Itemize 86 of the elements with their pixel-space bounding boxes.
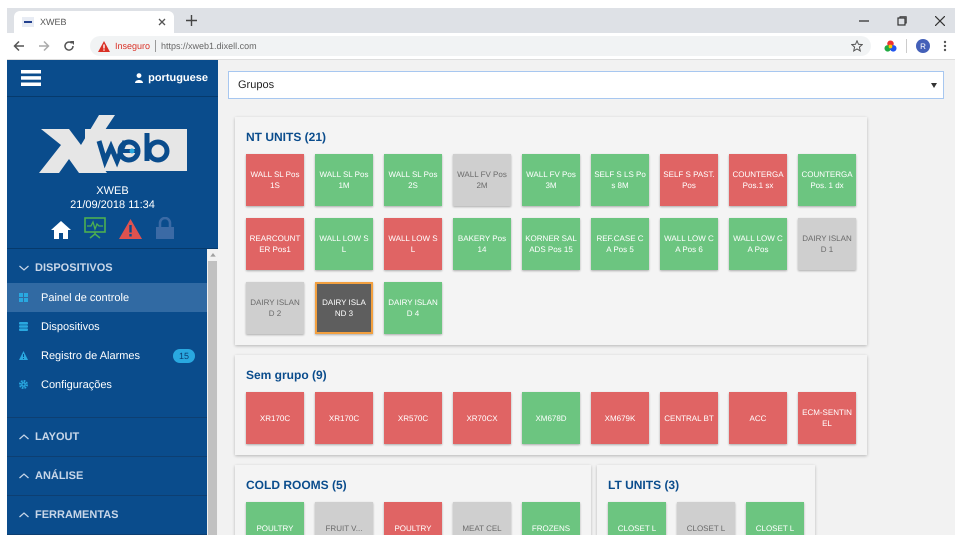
device-tile[interactable]: POULTRY [246,502,304,535]
device-tile[interactable]: CLOSET L [677,502,735,535]
device-tile[interactable]: DAIRY ISLAND 3 [315,282,373,334]
device-tile[interactable]: CLOSET L [746,502,804,535]
user-name[interactable]: portuguese [148,72,208,84]
menu-item[interactable]: Configurações [7,370,207,399]
more-icon[interactable] [943,40,947,52]
device-tile[interactable]: CENTRAL BT [660,392,718,444]
user-icon [135,73,144,83]
device-tile[interactable]: SELF S LS Pos 8M [591,154,649,206]
device-tile[interactable]: WALL SL Pos 2S [384,154,442,206]
device-name: XWEB [96,185,129,197]
device-tile[interactable]: CLOSET L [608,502,666,535]
device-tile[interactable]: WALL LOW SL [315,218,373,270]
device-tile[interactable]: WALL LOW CA Pos [729,218,787,270]
device-tile[interactable]: ECM-SENTINEL [798,392,856,444]
device-tile[interactable]: DAIRY ISLAND 4 [384,282,442,334]
device-tile[interactable]: REF.CASE CA Pos 5 [591,218,649,270]
device-tile[interactable]: REARCOUNTER Pos1 [246,218,304,270]
device-tile[interactable]: BAKERY Pos 14 [453,218,511,270]
group-title: LT UNITS (3) [608,478,680,492]
address-bar[interactable]: Inseguro https://xweb1.dixell.com [90,36,871,56]
browser-tab[interactable]: XWEB [14,11,174,33]
menu-item[interactable]: Registro de Alarmes 15 [7,341,207,370]
color-wheel-icon[interactable] [884,40,897,52]
count-badge: 15 [172,348,195,362]
scrollbar-thumb[interactable] [208,260,217,535]
group-dropdown[interactable]: Grupos [228,71,944,99]
restore-icon[interactable] [897,16,907,26]
section-header[interactable]: FERRAMENTAS [7,496,207,534]
menu-item[interactable]: Painel de controle [7,283,207,312]
reload-icon[interactable] [63,40,75,52]
device-tile[interactable]: FROZENS [522,502,580,535]
profile-avatar[interactable]: R [916,39,930,53]
device-tile[interactable]: FRUIT V... [315,502,373,535]
device-tile[interactable]: WALL FV Pos 2M [453,154,511,206]
device-tile[interactable]: WALL FV Pos 3M [522,154,580,206]
close-icon[interactable] [935,16,945,26]
back-icon[interactable] [13,40,25,52]
device-tile[interactable]: XR170C [246,392,304,444]
star-icon[interactable] [851,40,863,52]
scrollbar[interactable] [207,249,218,535]
home-icon[interactable] [50,221,70,239]
device-tile[interactable]: WALL LOW CA Pos 6 [660,218,718,270]
device-tile[interactable]: WALL SL Pos 1M [315,154,373,206]
device-tile[interactable]: DAIRY ISLAND 1 [798,218,856,270]
chevron-up-icon [19,512,29,518]
section-header[interactable]: ANÁLISE [7,457,207,495]
device-tile[interactable]: MEAT CEL [453,502,511,535]
security-label: Inseguro [115,41,150,51]
chevron-up-icon [19,473,29,479]
warning-icon [98,40,110,52]
device-tile[interactable]: XR570C [384,392,442,444]
url-text: https://xweb1.dixell.com [161,41,257,51]
tab-favicon-icon [22,17,34,27]
dashboard-icon [19,293,28,302]
device-tile[interactable]: SELF S PAST. Pos [660,154,718,206]
tab-title: XWEB [40,17,68,27]
date-time: 21/09/2018 11:34 [70,199,155,211]
monitor-chart-icon[interactable] [84,217,106,239]
device-tile[interactable]: POULTRY [384,502,442,535]
gear-icon [19,380,28,389]
device-tile[interactable]: COUNTERGA Pos. 1 dx [798,154,856,206]
group-title: Sem grupo (9) [246,368,328,382]
device-tile[interactable]: XR170C [315,392,373,444]
device-tile[interactable]: COUNTERGA Pos.1 sx [729,154,787,206]
device-tile[interactable]: XM679K [591,392,649,444]
section-header[interactable]: LAYOUT [7,418,207,456]
chevron-up-icon [19,434,29,440]
device-tile[interactable]: DAIRY ISLAND 2 [246,282,304,334]
menu-item[interactable]: Dispositivos [7,312,207,341]
close-icon[interactable] [158,18,166,26]
menu-icon[interactable] [21,70,41,86]
group-title: COLD ROOMS (5) [246,478,348,492]
device-tile[interactable]: XR70CX [453,392,511,444]
device-tile[interactable]: WALL SL Pos 1S [246,154,304,206]
group-title: NT UNITS (21) [246,130,328,144]
database-icon [19,322,28,331]
caret-icon [931,82,937,88]
chevron-down-icon [19,265,29,271]
device-tile[interactable]: XM678D [522,392,580,444]
new-tab-icon[interactable] [186,15,197,26]
device-tile[interactable]: KORNER SALADS Pos 15 [522,218,580,270]
warning-icon [19,351,28,360]
device-tile[interactable]: ACC [729,392,787,444]
device-tile[interactable]: WALL LOW SL [384,218,442,270]
